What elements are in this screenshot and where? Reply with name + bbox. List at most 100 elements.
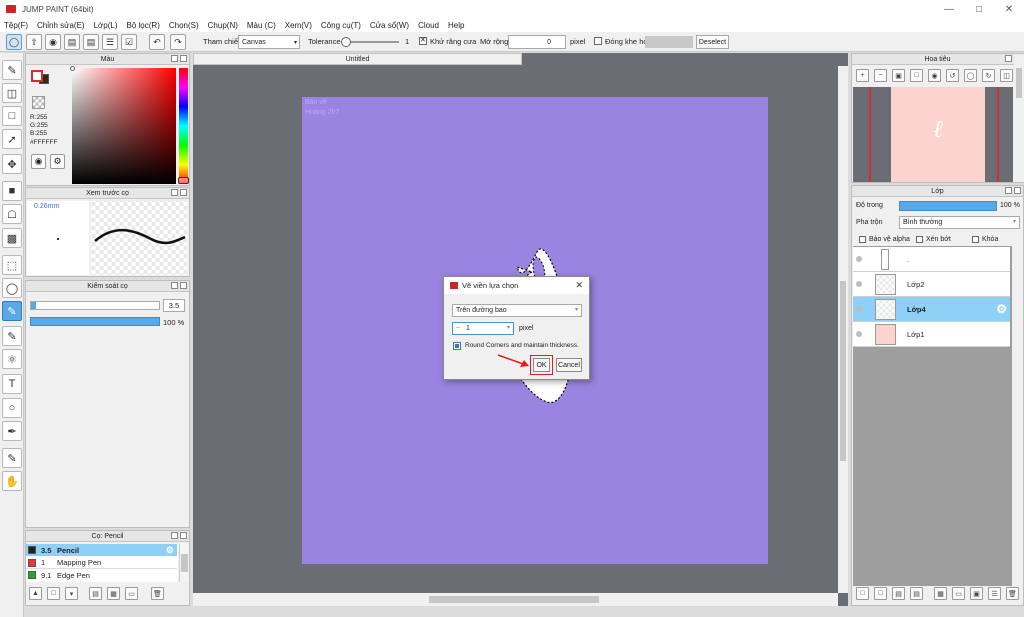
eye-icon[interactable] bbox=[856, 331, 862, 337]
flip-icon[interactable]: ◫ bbox=[1000, 69, 1013, 82]
navigator-scrollbar[interactable] bbox=[1014, 54, 1024, 182]
brush-opacity-slider[interactable] bbox=[30, 317, 160, 326]
menu-tools[interactable]: Công cụ(T) bbox=[321, 21, 361, 30]
new-layer-icon[interactable]: □ bbox=[856, 587, 869, 600]
brush-size-input[interactable]: 3.5 bbox=[163, 299, 185, 312]
menu-filter[interactable]: Bộ lọc(R) bbox=[127, 21, 160, 30]
layer-row[interactable]: Lớp2 bbox=[853, 272, 1010, 297]
hue-slider-thumb[interactable] bbox=[178, 177, 189, 184]
list-icon[interactable]: ☰ bbox=[102, 34, 118, 50]
horizontal-scrollbar-thumb[interactable] bbox=[429, 596, 599, 603]
panel-detach-icon[interactable] bbox=[171, 532, 178, 539]
gradient-tool-icon[interactable]: ▩ bbox=[2, 228, 22, 248]
rotate-right-icon[interactable]: ↻ bbox=[982, 69, 995, 82]
page-icon[interactable]: ▤ bbox=[83, 34, 99, 50]
selection-pen-icon[interactable]: ✎ bbox=[2, 301, 22, 321]
panel-close-icon[interactable] bbox=[180, 55, 187, 62]
transparent-color-swatch[interactable] bbox=[32, 96, 45, 109]
gap-close-slider[interactable] bbox=[645, 36, 693, 48]
layer-arrange-icon[interactable]: ☰ bbox=[988, 587, 1001, 600]
panel-close-icon[interactable] bbox=[1014, 187, 1021, 194]
minimize-button[interactable]: — bbox=[934, 0, 964, 18]
palette-settings-icon[interactable]: ⚙ bbox=[50, 154, 65, 169]
marquee-select-icon[interactable]: ⬚ bbox=[2, 255, 22, 275]
eraser-tool-icon[interactable]: ◫ bbox=[2, 83, 22, 103]
move-tool-icon[interactable]: ✥ bbox=[2, 154, 22, 174]
undo-icon[interactable]: ↶ bbox=[149, 34, 165, 50]
palette-icon[interactable]: ◉ bbox=[31, 154, 46, 169]
magic-eraser-icon[interactable]: ⚛ bbox=[2, 349, 22, 369]
menu-edit[interactable]: Chỉnh sửa(E) bbox=[37, 21, 85, 30]
cancel-button[interactable]: Cancel bbox=[556, 358, 582, 372]
vertical-scrollbar-thumb[interactable] bbox=[840, 281, 846, 461]
panel-detach-icon[interactable] bbox=[171, 189, 178, 196]
dialog-close-icon[interactable]: ✕ bbox=[575, 280, 583, 291]
stroke-position-select[interactable]: Trên đường bao ▾ bbox=[452, 304, 582, 317]
maximize-button[interactable]: □ bbox=[964, 0, 994, 18]
hue-slider[interactable] bbox=[179, 68, 188, 184]
panel-detach-icon[interactable] bbox=[1005, 55, 1012, 62]
speech-icon[interactable]: ◉ bbox=[45, 34, 61, 50]
balloon-tool-icon[interactable]: ○ bbox=[2, 398, 22, 418]
share-icon[interactable]: ⇧ bbox=[26, 34, 42, 50]
fit-window-icon[interactable]: ▣ bbox=[892, 69, 905, 82]
layer-mask-icon[interactable]: ▣ bbox=[970, 587, 983, 600]
panel-detach-icon[interactable] bbox=[171, 282, 178, 289]
checklist-icon[interactable]: ☑ bbox=[121, 34, 137, 50]
menu-color[interactable]: Màu (C) bbox=[247, 21, 276, 30]
tolerance-slider-track[interactable] bbox=[343, 41, 399, 43]
saturation-value-picker[interactable] bbox=[72, 68, 176, 184]
selection-eraser-icon[interactable]: ✎ bbox=[2, 326, 22, 346]
zoom-fit-icon[interactable]: ◉ bbox=[928, 69, 941, 82]
brush-list-scrollbar[interactable] bbox=[179, 544, 189, 582]
menu-view[interactable]: Xem(V) bbox=[285, 21, 312, 30]
layer-row[interactable]: . bbox=[853, 247, 1010, 272]
clip-checkbox[interactable] bbox=[916, 236, 923, 243]
panel-close-icon[interactable] bbox=[180, 532, 187, 539]
actual-size-icon[interactable]: □ bbox=[910, 69, 923, 82]
brush-item-pencil[interactable]: 3.5 Pencil ⚙ bbox=[26, 544, 177, 556]
gear-icon[interactable]: ⚙ bbox=[166, 545, 174, 556]
zoom-out-icon[interactable]: − bbox=[874, 69, 887, 82]
duplicate-layer-icon[interactable]: ▤ bbox=[892, 587, 905, 600]
expand-input[interactable]: 0 bbox=[508, 35, 566, 49]
layer-row-selected[interactable]: Lớp4 ⚙ bbox=[853, 297, 1010, 322]
panel-detach-icon[interactable] bbox=[171, 55, 178, 62]
deselect-button[interactable]: Deselect bbox=[696, 35, 729, 49]
brush-size-slider[interactable] bbox=[30, 301, 160, 310]
delete-layer-icon[interactable]: 🗑 bbox=[1006, 587, 1019, 600]
bucket-fill-icon[interactable]: ☖ bbox=[2, 204, 22, 224]
brush-tool-icon[interactable]: ✎ bbox=[2, 60, 22, 80]
brush-copy-icon[interactable]: ▤ bbox=[89, 587, 102, 600]
menu-file[interactable]: Tệp(F) bbox=[4, 21, 28, 30]
menu-help[interactable]: Help bbox=[448, 21, 464, 30]
layer-settings-icon[interactable]: ▤ bbox=[910, 587, 923, 600]
merge-layer-icon[interactable]: ▭ bbox=[952, 587, 965, 600]
menu-capture[interactable]: Chụp(N) bbox=[208, 21, 238, 30]
comment-icon[interactable]: ▤ bbox=[64, 34, 80, 50]
eye-icon[interactable] bbox=[856, 281, 862, 287]
navigator-preview[interactable]: ℓ bbox=[853, 87, 1013, 182]
brush-delete-icon[interactable]: 🗑 bbox=[151, 587, 164, 600]
round-corners-checkbox[interactable] bbox=[453, 342, 461, 350]
brush-folder-icon[interactable]: ▦ bbox=[107, 587, 120, 600]
stroke-width-input[interactable]: ~ 1 ▾ bbox=[452, 322, 514, 335]
horizontal-scrollbar[interactable] bbox=[193, 593, 838, 606]
layer-row[interactable]: Lớp1 bbox=[853, 322, 1010, 347]
lasso-select-icon[interactable]: ◯ bbox=[2, 278, 22, 298]
gap-close-checkbox[interactable] bbox=[594, 37, 602, 45]
ok-button[interactable]: OK bbox=[533, 358, 550, 372]
new-layer-options-icon[interactable]: □ bbox=[874, 587, 887, 600]
menu-layer[interactable]: Lớp(L) bbox=[94, 21, 118, 30]
rotate-reset-icon[interactable]: ◯ bbox=[964, 69, 977, 82]
tolerance-slider-thumb[interactable] bbox=[341, 37, 351, 47]
line-tool-icon[interactable]: ➚ bbox=[2, 129, 22, 149]
brush-item-edge-pen[interactable]: 9.1 Edge Pen bbox=[26, 569, 177, 581]
panel-detach-icon[interactable] bbox=[1005, 187, 1012, 194]
brush-options-icon[interactable]: ▾ bbox=[65, 587, 78, 600]
text-tool-icon[interactable]: T bbox=[2, 374, 22, 394]
protect-alpha-checkbox[interactable] bbox=[859, 236, 866, 243]
panel-close-icon[interactable] bbox=[180, 282, 187, 289]
brush-item-mapping-pen[interactable]: 1 Mapping Pen bbox=[26, 557, 177, 569]
menu-select[interactable]: Chọn(S) bbox=[169, 21, 199, 30]
